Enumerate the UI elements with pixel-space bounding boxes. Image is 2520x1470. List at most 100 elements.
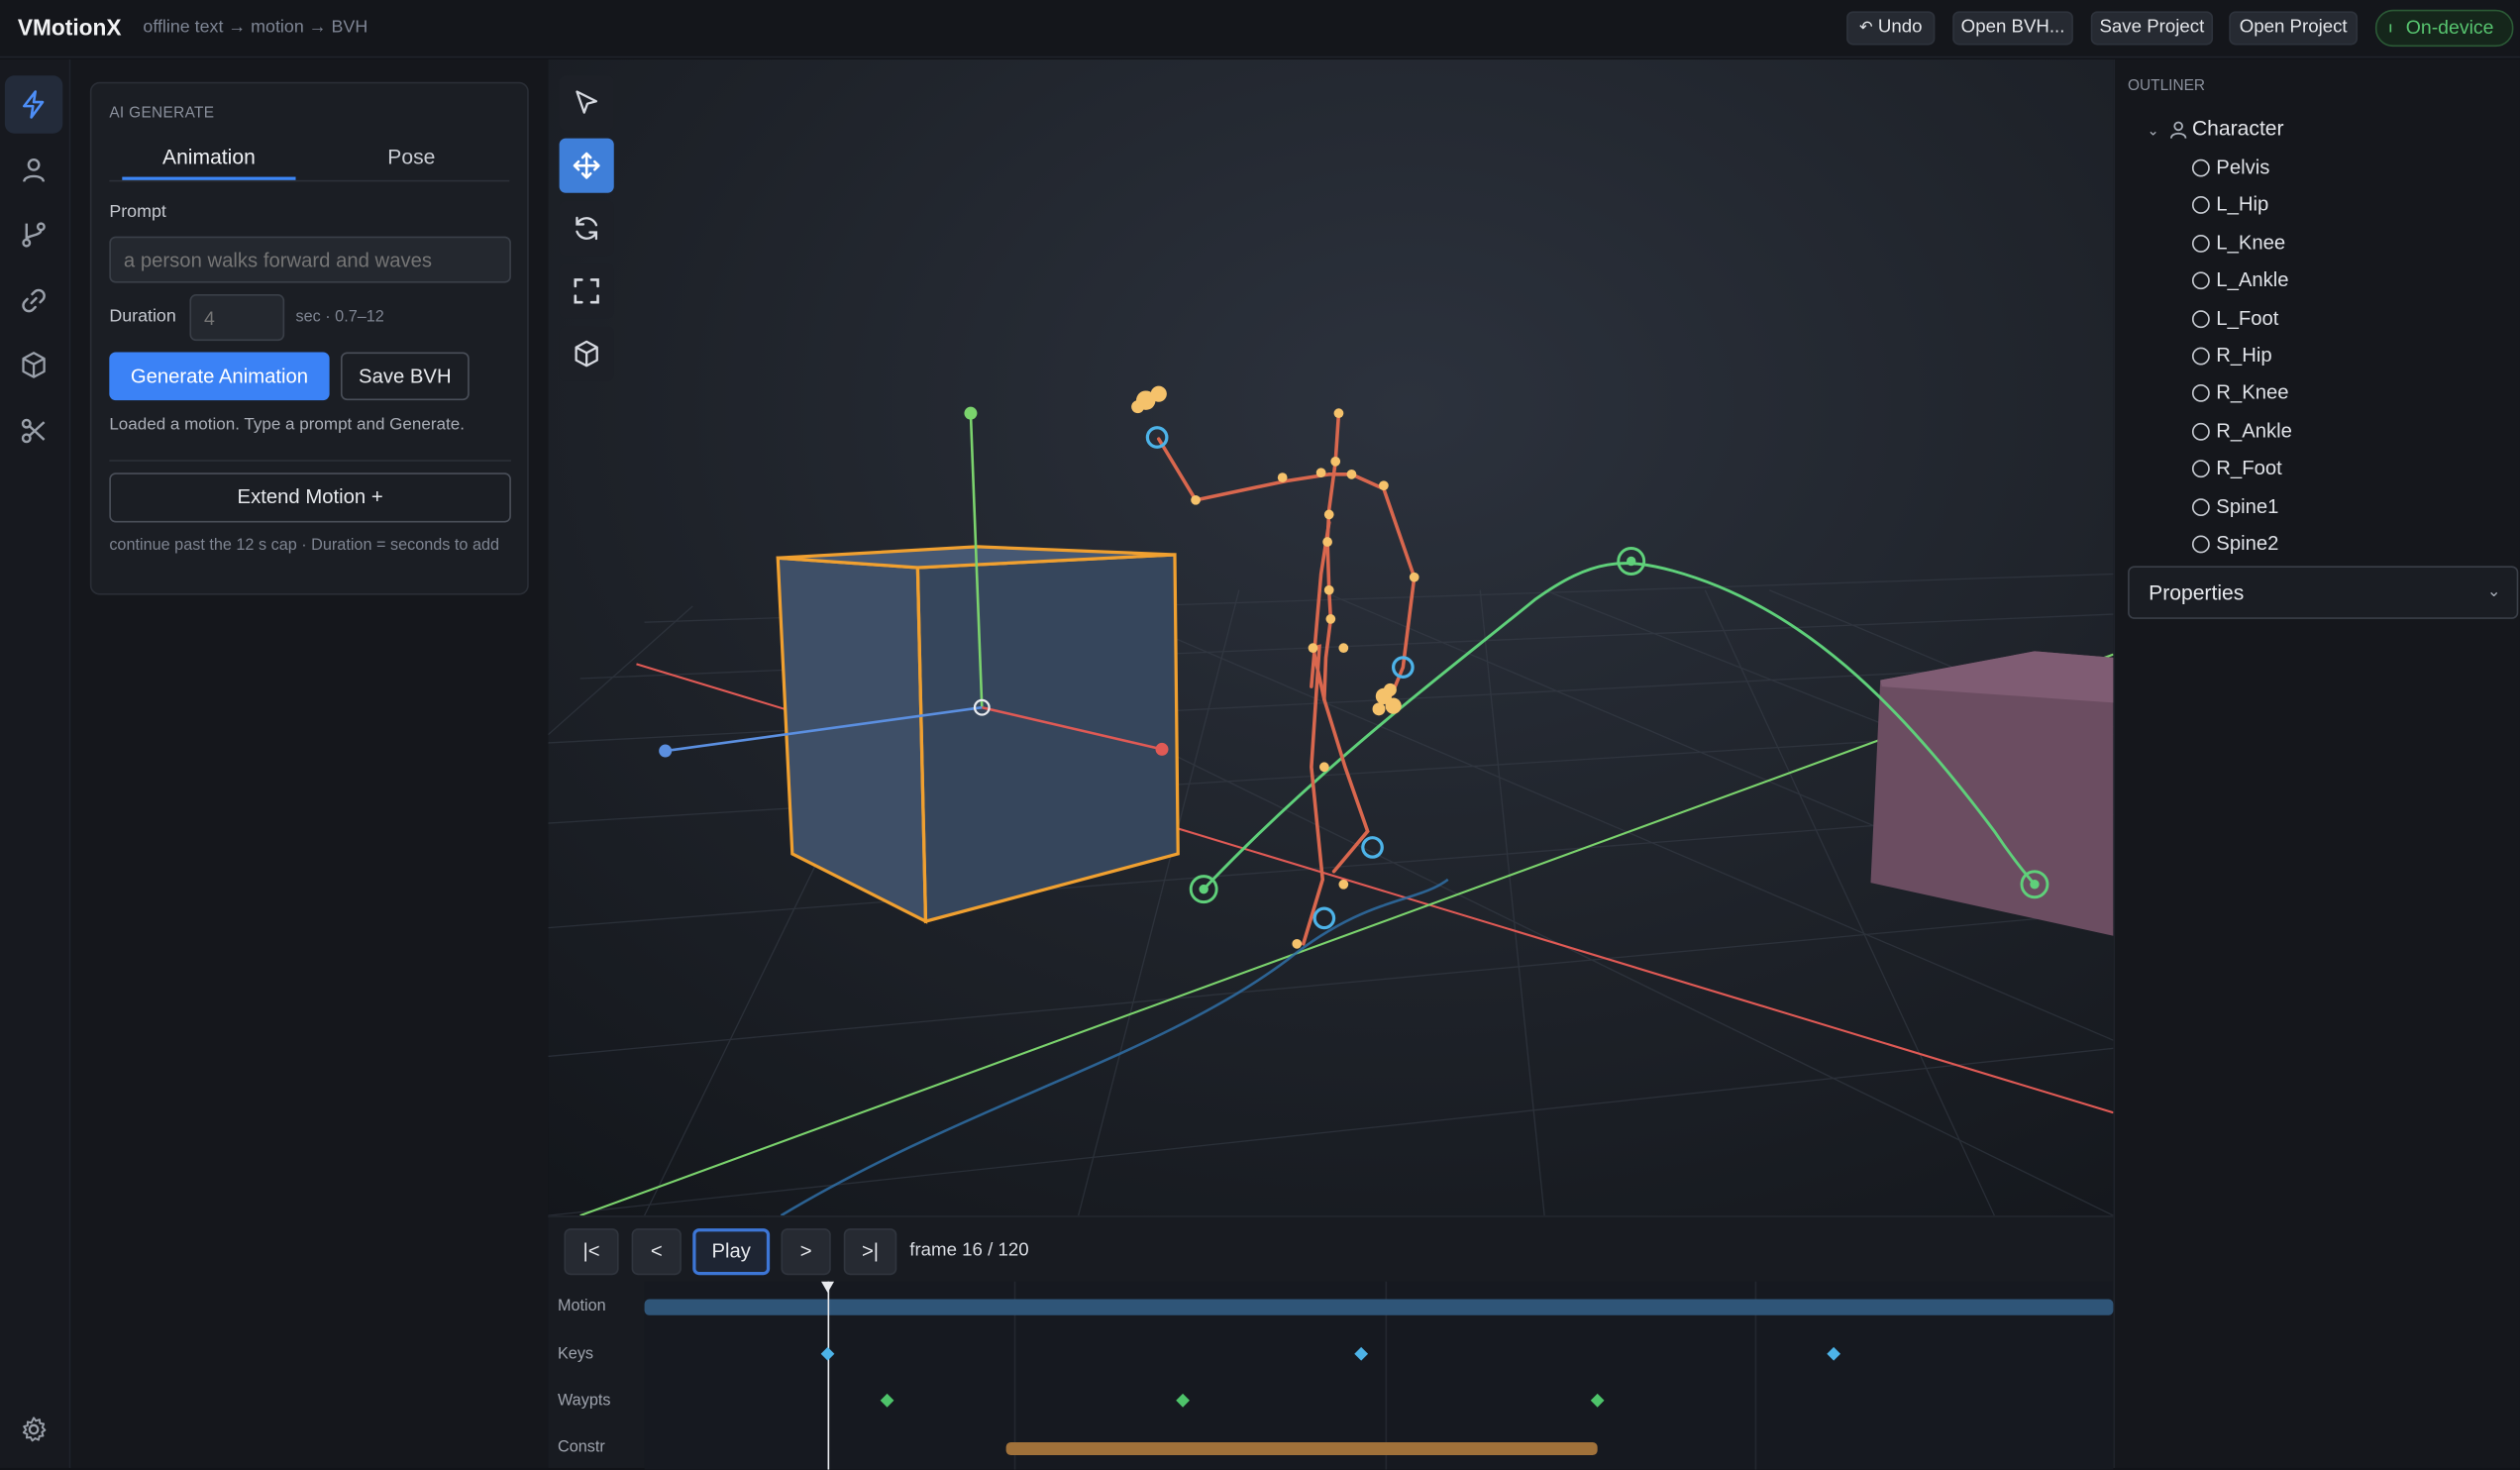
- tab-animation[interactable]: Animation: [122, 145, 295, 168]
- ai-generate-card: AI GENERATE Animation Pose Prompt Durati…: [89, 81, 529, 595]
- top-bar: VMotionX offline text → motion → BVH ↶ U…: [0, 0, 2520, 58]
- rail-objects[interactable]: [5, 336, 62, 393]
- rail-settings[interactable]: [5, 1401, 62, 1458]
- extend-motion-button[interactable]: Extend Motion +: [109, 472, 511, 523]
- bone-circle-icon: [2191, 497, 2210, 516]
- rail-cut[interactable]: [5, 402, 62, 460]
- person-icon: [2169, 121, 2187, 139]
- properties-dropdown[interactable]: Properties ⌄: [2128, 566, 2519, 619]
- bone-circle-icon: [2191, 460, 2210, 478]
- move-icon: [573, 152, 600, 179]
- tree-item-bone[interactable]: Spine2: [2191, 527, 2279, 559]
- rail-character[interactable]: [5, 142, 62, 199]
- track-label-waypoints: Waypts: [557, 1392, 611, 1411]
- bone-circle-icon: [2191, 347, 2210, 366]
- save-project-button[interactable]: Save Project: [2090, 11, 2214, 46]
- bone-label: L_Knee: [2216, 231, 2286, 255]
- person-icon: [23, 158, 46, 182]
- rail-branch[interactable]: [5, 206, 62, 263]
- prompt-label: Prompt: [109, 202, 166, 223]
- tree-item-character[interactable]: Character: [2192, 116, 2284, 140]
- waypoint-marker[interactable]: [1176, 1393, 1190, 1408]
- track-area[interactable]: [644, 1281, 2114, 1470]
- tree-item-bone[interactable]: Spine1: [2191, 489, 2279, 521]
- bone-circle-icon: [2191, 309, 2210, 328]
- bone-label: Spine2: [2216, 532, 2279, 556]
- bone-circle-icon: [2191, 196, 2210, 215]
- bone-circle-icon: [2191, 384, 2210, 403]
- prompt-input[interactable]: [109, 236, 511, 283]
- motion-clip-bar[interactable]: [644, 1299, 2114, 1315]
- rail-link[interactable]: [5, 271, 62, 329]
- duration-hint: sec · 0.7–12: [295, 308, 384, 327]
- tool-rotate[interactable]: [559, 200, 614, 257]
- frame-counter: frame 16 / 120: [909, 1241, 1029, 1261]
- open-project-button[interactable]: Open Project: [2229, 11, 2359, 46]
- tool-move[interactable]: [559, 138, 614, 193]
- playhead[interactable]: [827, 1281, 830, 1470]
- bone-label: Spine1: [2216, 494, 2279, 518]
- bone-label: L_Foot: [2216, 306, 2279, 330]
- rotate-icon: [576, 216, 598, 241]
- scale-icon: [574, 278, 599, 304]
- first-frame-button[interactable]: |<: [564, 1228, 619, 1276]
- scissors-icon: [21, 418, 46, 444]
- tree-item-bone[interactable]: L_Ankle: [2191, 264, 2289, 296]
- tree-item-bone[interactable]: R_Knee: [2191, 376, 2289, 408]
- last-frame-button[interactable]: >|: [843, 1228, 897, 1276]
- 3d-viewport[interactable]: [548, 59, 2114, 1216]
- rail-ai-generate[interactable]: [4, 75, 63, 134]
- keyframe-marker[interactable]: [1354, 1346, 1369, 1361]
- app-subtitle: offline text → motion → BVH: [143, 17, 368, 38]
- tab-pose[interactable]: Pose: [325, 145, 498, 168]
- active-tab-indicator: [122, 176, 296, 180]
- undo-button[interactable]: ↶ Undo: [1846, 11, 1936, 46]
- tool-select[interactable]: [559, 75, 614, 131]
- play-button[interactable]: Play: [692, 1228, 771, 1276]
- duration-label: Duration: [109, 307, 176, 327]
- bone-circle-icon: [2191, 271, 2210, 290]
- waypoint-marker[interactable]: [1590, 1393, 1605, 1408]
- bolt-icon: [23, 90, 45, 119]
- tree-item-bone[interactable]: Pelvis: [2191, 152, 2269, 183]
- open-bvh-button[interactable]: Open BVH...: [1952, 11, 2073, 46]
- waypoint-marker[interactable]: [880, 1393, 894, 1408]
- tab-divider: [109, 179, 510, 182]
- cube-icon: [22, 352, 46, 378]
- divider: [109, 460, 511, 462]
- duration-input[interactable]: [189, 294, 285, 342]
- app-brand: VMotionX: [17, 14, 122, 41]
- tree-item-bone[interactable]: L_Knee: [2191, 227, 2286, 259]
- tree-item-bone[interactable]: R_Foot: [2191, 452, 2282, 483]
- bone-circle-icon: [2191, 234, 2210, 253]
- outliner-title: OUTLINER: [2128, 76, 2206, 95]
- tree-item-bone[interactable]: L_Hip: [2191, 189, 2268, 221]
- keyframe-marker[interactable]: [820, 1346, 835, 1361]
- branch-icon: [22, 222, 46, 248]
- cube-icon: [575, 340, 598, 368]
- bone-circle-icon: [2191, 535, 2210, 554]
- generate-animation-button[interactable]: Generate Animation: [109, 352, 330, 401]
- link-icon: [22, 288, 46, 313]
- bone-label: L_Ankle: [2216, 268, 2289, 292]
- tool-add-object[interactable]: [559, 326, 614, 381]
- tree-item-bone[interactable]: R_Ankle: [2191, 414, 2292, 446]
- chevron-down-icon[interactable]: ⌄: [2148, 122, 2159, 140]
- chevron-down-icon: ⌄: [2486, 583, 2501, 602]
- tool-scale[interactable]: [559, 263, 614, 319]
- tree-item-bone[interactable]: L_Foot: [2191, 302, 2279, 334]
- tree-item-bone[interactable]: R_Hip: [2191, 339, 2272, 370]
- scene-canvas[interactable]: [548, 59, 2114, 1216]
- bone-circle-icon: [2191, 158, 2210, 177]
- track-label-motion: Motion: [557, 1297, 606, 1315]
- save-bvh-button[interactable]: Save BVH: [340, 352, 470, 401]
- bone-label: R_Foot: [2216, 457, 2282, 480]
- keyframe-marker[interactable]: [1827, 1346, 1841, 1361]
- status-dot-icon: [2389, 24, 2396, 33]
- extend-hint: continue past the 12 s cap · Duration = …: [109, 537, 500, 556]
- on-device-badge[interactable]: On-device: [2374, 9, 2514, 48]
- constraint-bar[interactable]: [1005, 1442, 1598, 1455]
- next-frame-button[interactable]: >: [781, 1228, 831, 1276]
- playhead-handle[interactable]: [821, 1281, 835, 1294]
- prev-frame-button[interactable]: <: [631, 1228, 682, 1276]
